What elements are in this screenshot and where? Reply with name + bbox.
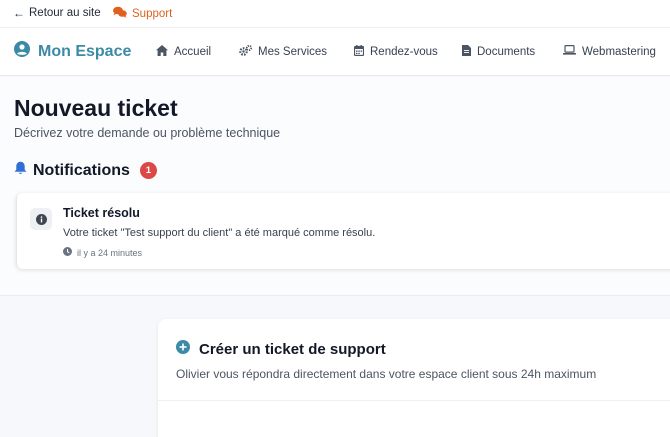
home-icon	[156, 45, 168, 59]
notification-time: il y a 24 minutes	[63, 247, 142, 258]
notification-card[interactable]: Ticket résolu Votre ticket "Test support…	[16, 193, 670, 269]
create-ticket-subtitle: Olivier vous répondra directement dans v…	[176, 367, 597, 381]
nav-label-mes-services: Mes Services	[258, 46, 328, 58]
section-divider	[0, 295, 670, 296]
create-ticket-header: Créer un ticket de support	[176, 340, 386, 359]
laptop-icon	[563, 45, 576, 58]
main-navbar: Mon Espace Accueil Mes Services Rendez-v…	[0, 28, 670, 76]
create-ticket-title: Créer un ticket de support	[199, 341, 386, 358]
card-divider	[158, 400, 670, 401]
notifications-header: Notifications 1	[14, 161, 157, 180]
page-subtitle: Décrivez votre demande ou problème techn…	[14, 126, 281, 140]
support-link[interactable]: Support	[113, 6, 172, 21]
nav-label-rendez-vous: Rendez-vous	[370, 46, 438, 58]
plus-circle-icon	[176, 340, 190, 359]
nav-item-documents[interactable]: Documents	[462, 45, 535, 59]
notifications-count-badge: 1	[139, 162, 157, 179]
create-ticket-card: Créer un ticket de support Olivier vous …	[158, 319, 670, 437]
notification-title: Ticket résolu	[63, 206, 140, 220]
nav-label-documents: Documents	[477, 46, 536, 58]
nav-label-accueil: Accueil	[174, 46, 212, 58]
nav-label-webmastering: Webmastering	[582, 45, 656, 58]
notification-time-label: il y a 24 minutes	[77, 247, 143, 258]
clock-icon	[63, 247, 72, 258]
back-to-site-link[interactable]: ← Retour au site	[13, 6, 101, 20]
brand-name: Mon Espace	[38, 42, 132, 60]
calendar-icon	[353, 45, 365, 59]
nav-item-mes-services[interactable]: Mes Services	[239, 44, 328, 59]
bell-icon	[14, 161, 27, 180]
back-to-site-label: Retour au site	[29, 7, 101, 19]
top-utility-bar: ← Retour au site Support	[0, 0, 670, 28]
user-circle-icon	[14, 41, 30, 62]
arrow-left-icon: ←	[13, 6, 25, 20]
page-title: Nouveau ticket	[14, 95, 178, 121]
document-icon	[462, 45, 471, 59]
notification-message: Votre ticket "Test support du client" a …	[63, 227, 376, 239]
support-label: Support	[132, 7, 173, 20]
chat-bubbles-icon	[113, 6, 127, 21]
page-content: Nouveau ticket Décrivez votre demande ou…	[0, 77, 670, 295]
info-icon	[30, 208, 52, 230]
nav-item-rendez-vous[interactable]: Rendez-vous	[353, 45, 438, 59]
nav-item-accueil[interactable]: Accueil	[156, 45, 211, 59]
brand-logo[interactable]: Mon Espace	[14, 41, 131, 62]
notifications-title: Notifications	[33, 161, 130, 179]
nav-item-webmastering[interactable]: Webmastering	[563, 45, 656, 58]
cogs-icon	[239, 44, 253, 59]
